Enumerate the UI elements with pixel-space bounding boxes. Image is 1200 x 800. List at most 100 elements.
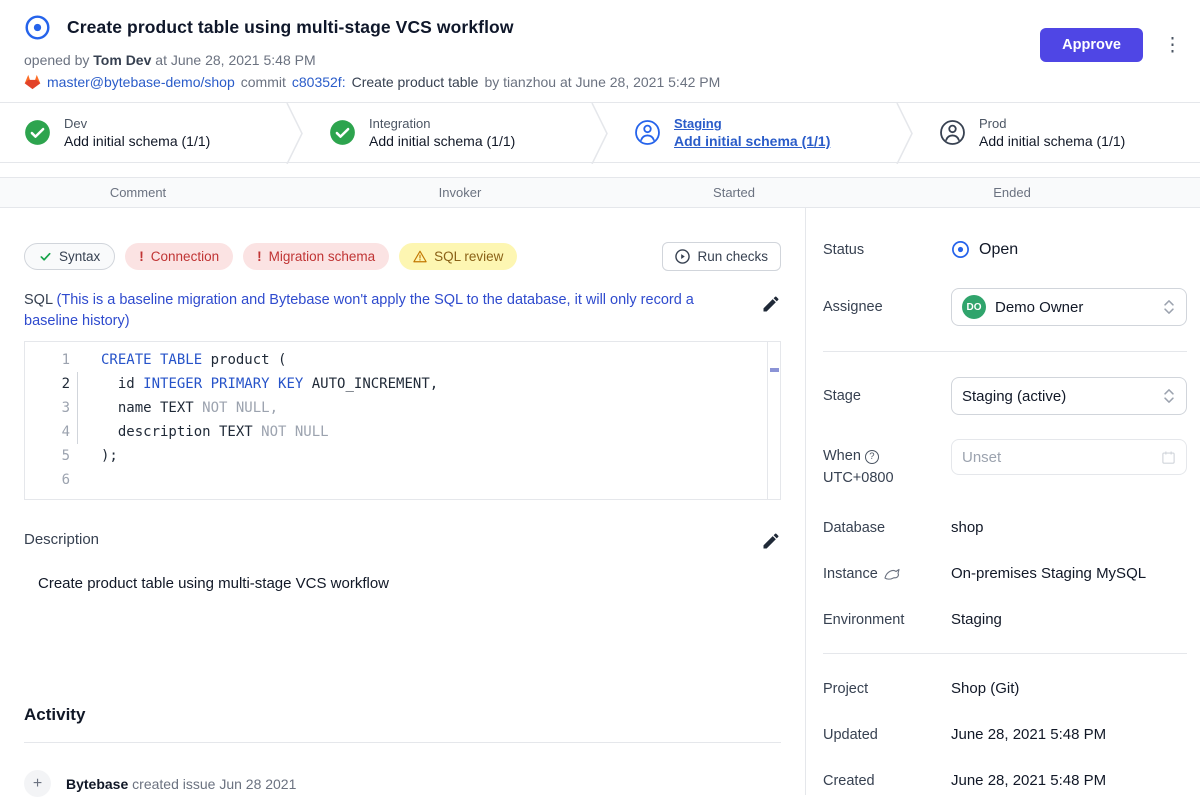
- edit-sql-icon[interactable]: [761, 294, 781, 314]
- sidebar-divider: [823, 351, 1187, 352]
- commit-byline: by tianzhou at June 28, 2021 5:42 PM: [484, 74, 720, 90]
- opened-by-time: at June 28, 2021 5:48 PM: [155, 52, 315, 68]
- kebab-menu-icon[interactable]: ⋮: [1157, 32, 1188, 59]
- description-label: Description: [24, 531, 99, 548]
- instance-value[interactable]: On-premises Staging MySQL: [951, 565, 1146, 582]
- code-line: 4 description TEXT NOT NULL: [25, 420, 780, 444]
- stage-pending-icon: [939, 119, 966, 146]
- updated-label: Updated: [823, 727, 951, 743]
- issue-open-icon: [24, 14, 51, 41]
- check-badge-sql-review[interactable]: SQL review: [399, 243, 517, 270]
- stage-task[interactable]: Add initial schema (1/1): [369, 133, 515, 149]
- code-line: 5 );: [25, 444, 780, 468]
- check-badge-label: Connection: [151, 249, 219, 264]
- activity-divider: [24, 742, 781, 743]
- stage-prod[interactable]: Prod Add initial schema (1/1): [915, 103, 1200, 162]
- stage-integration[interactable]: Integration Add initial schema (1/1): [305, 103, 590, 162]
- description-text: Create product table using multi-stage V…: [38, 575, 781, 592]
- instance-label: Instance: [823, 566, 951, 582]
- when-word: When: [823, 448, 861, 464]
- stage-select[interactable]: Staging (active): [951, 377, 1187, 415]
- check-badge-label: SQL review: [434, 249, 503, 264]
- stage-select-label: Stage: [823, 388, 951, 404]
- error-mark-icon: !: [257, 249, 262, 264]
- created-value: June 28, 2021 5:48 PM: [951, 772, 1106, 789]
- activity-actor: Bytebase: [66, 776, 128, 792]
- run-checks-button[interactable]: Run checks: [662, 242, 781, 271]
- when-placeholder: Unset: [962, 449, 1161, 466]
- approve-button[interactable]: Approve: [1040, 28, 1143, 62]
- commit-hash-link[interactable]: c80352f:: [292, 74, 346, 90]
- stage-assignee-icon: [634, 119, 661, 146]
- column-ended: Ended: [824, 185, 1200, 200]
- status-open-icon: [951, 240, 970, 259]
- when-label: When ? UTC+0800: [823, 439, 951, 488]
- opened-by-name: Tom Dev: [93, 52, 151, 68]
- instance-word: Instance: [823, 566, 878, 582]
- calendar-icon: [1161, 450, 1176, 465]
- stage-task[interactable]: Add initial schema (1/1): [674, 133, 830, 149]
- opened-by-line: opened by Tom Dev at June 28, 2021 5:48 …: [24, 52, 1176, 68]
- editor-scrollbar[interactable]: [767, 342, 780, 499]
- environment-value[interactable]: Staging: [951, 611, 1002, 628]
- stage-done-icon: [329, 119, 356, 146]
- gitlab-icon: [24, 74, 41, 90]
- activity-action: created issue Jun 28 2021: [132, 776, 296, 792]
- scrollbar-thumb[interactable]: [770, 368, 779, 372]
- code-line: 6: [25, 468, 780, 492]
- plus-icon: +: [24, 770, 51, 797]
- environment-label: Environment: [823, 612, 951, 628]
- check-ok-icon: [39, 250, 52, 263]
- task-table-header: Comment Invoker Started Ended: [0, 177, 1200, 208]
- database-value[interactable]: shop: [951, 519, 984, 536]
- activity-item: + Bytebase created issue Jun 28 2021: [24, 770, 781, 797]
- stage-dev[interactable]: Dev Add initial schema (1/1): [0, 103, 285, 162]
- status-text: Open: [979, 241, 1018, 259]
- sql-baseline-note: (This is a baseline migration and Byteba…: [24, 292, 694, 329]
- stage-task[interactable]: Add initial schema (1/1): [979, 133, 1125, 149]
- code-line: 3 name TEXT NOT NULL,: [25, 396, 780, 420]
- chevron-updown-icon: [1162, 298, 1176, 316]
- activity-heading: Activity: [24, 705, 781, 725]
- check-badge-connection[interactable]: ! Connection: [125, 243, 233, 270]
- check-badges: Syntax ! Connection ! Migration schema: [24, 243, 517, 270]
- error-mark-icon: !: [139, 249, 144, 264]
- sql-editor[interactable]: 1 CREATE TABLE product ( 2 id INTEGER PR…: [24, 341, 781, 500]
- stage-task[interactable]: Add initial schema (1/1): [64, 133, 210, 149]
- sql-section-label: SQL (This is a baseline migration and By…: [24, 290, 735, 332]
- branch-repo-link[interactable]: master@bytebase-demo/shop: [47, 74, 235, 90]
- opened-by-prefix: opened by: [24, 52, 89, 68]
- edit-description-icon[interactable]: [761, 531, 781, 551]
- sidebar-divider: [823, 653, 1187, 654]
- line-number: 1: [25, 348, 77, 372]
- project-value[interactable]: Shop (Git): [951, 680, 1019, 697]
- line-number: 6: [25, 468, 77, 492]
- column-invoker: Invoker: [276, 185, 644, 200]
- project-label: Project: [823, 681, 951, 697]
- page-title: Create product table using multi-stage V…: [67, 17, 514, 38]
- issue-sidebar: Status Open Assignee DO Demo Owner: [805, 208, 1200, 795]
- issue-detail-panel: Syntax ! Connection ! Migration schema: [0, 208, 805, 795]
- stage-name: Prod: [979, 116, 1125, 131]
- assignee-avatar: DO: [962, 295, 986, 319]
- commit-word: commit: [241, 74, 286, 90]
- updated-value: June 28, 2021 5:48 PM: [951, 726, 1106, 743]
- code-line: 1 CREATE TABLE product (: [25, 348, 780, 372]
- stage-name[interactable]: Staging: [674, 116, 830, 131]
- check-badge-migration-schema[interactable]: ! Migration schema: [243, 243, 389, 270]
- assignee-value: Demo Owner: [995, 299, 1153, 316]
- stage-staging[interactable]: Staging Add initial schema (1/1): [610, 103, 895, 162]
- when-datetime-input[interactable]: Unset: [951, 439, 1187, 475]
- stage-name: Integration: [369, 116, 515, 131]
- assignee-select[interactable]: DO Demo Owner: [951, 288, 1187, 326]
- run-checks-label: Run checks: [697, 249, 768, 264]
- stage-done-icon: [24, 119, 51, 146]
- issue-header: Create product table using multi-stage V…: [0, 0, 1200, 102]
- help-icon[interactable]: ?: [865, 450, 879, 464]
- mysql-dolphin-icon: [884, 568, 900, 580]
- stage-name: Dev: [64, 116, 210, 131]
- line-number: 5: [25, 444, 77, 468]
- code-line: 2 id INTEGER PRIMARY KEY AUTO_INCREMENT,: [25, 372, 780, 396]
- chevron-updown-icon: [1162, 387, 1176, 405]
- check-badge-syntax[interactable]: Syntax: [24, 243, 115, 270]
